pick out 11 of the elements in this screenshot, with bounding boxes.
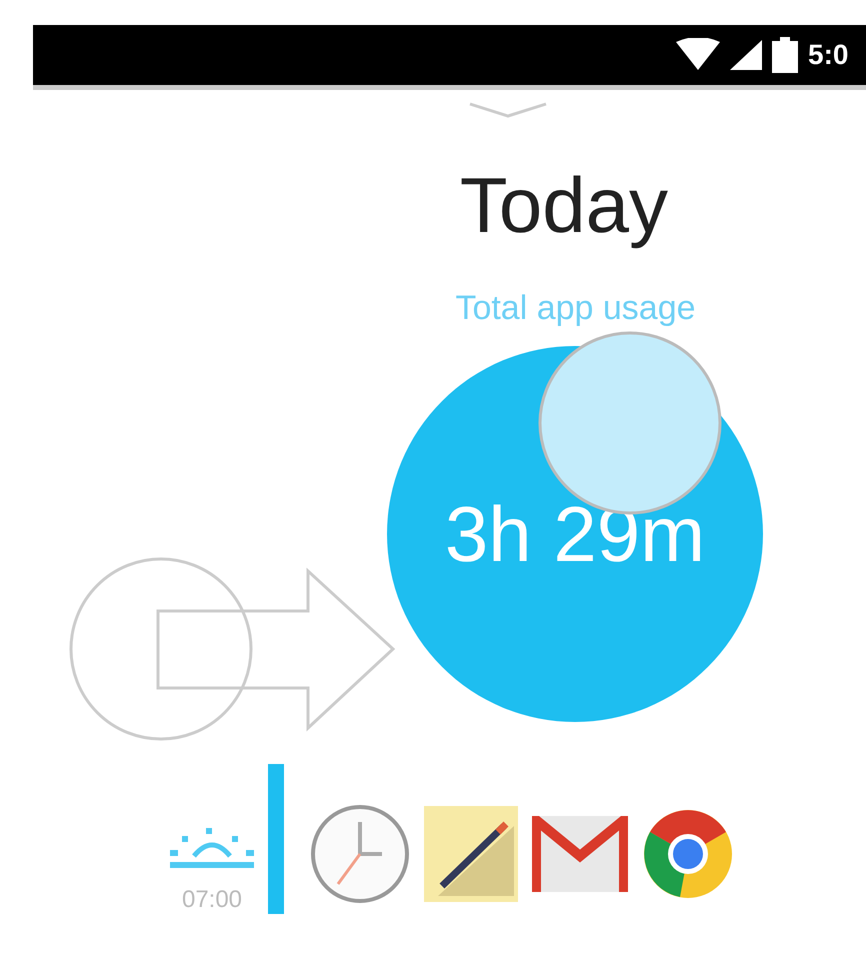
wifi-icon bbox=[676, 38, 720, 72]
mail-icon[interactable] bbox=[532, 816, 628, 892]
browser-icon[interactable] bbox=[642, 808, 734, 900]
battery-icon bbox=[772, 37, 798, 73]
clock-icon[interactable] bbox=[310, 804, 410, 904]
page-title: Today bbox=[460, 160, 668, 251]
notepad-icon[interactable] bbox=[424, 806, 518, 902]
usage-label: Total app usage bbox=[455, 289, 696, 328]
timeline-time: 07:00 bbox=[182, 886, 242, 914]
signal-icon bbox=[730, 40, 762, 70]
status-time: 5:0 bbox=[808, 39, 850, 71]
